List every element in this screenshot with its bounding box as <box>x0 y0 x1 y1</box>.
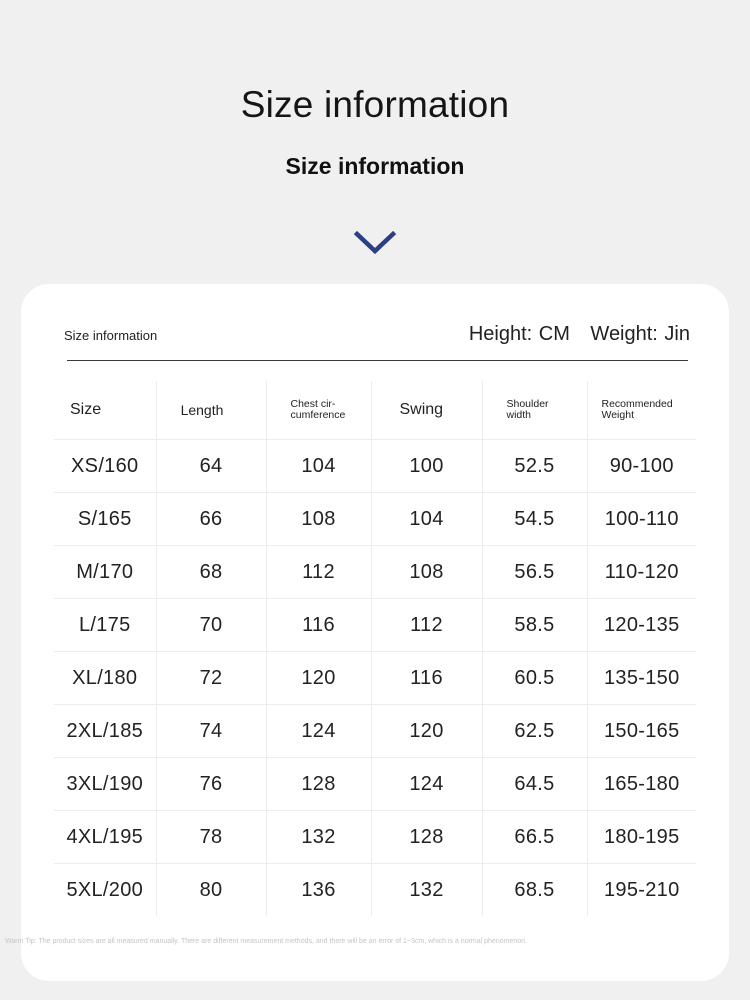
cell-length: 64 <box>155 439 266 493</box>
cell-shoulder: 54.5 <box>481 492 587 546</box>
cell-chest: 124 <box>265 704 371 758</box>
cell-swing: 100 <box>370 439 482 493</box>
cell-size: XL/180 <box>54 651 156 705</box>
cell-length: 70 <box>155 598 266 652</box>
cell-weight: 150-165 <box>586 704 696 758</box>
header-swing: Swing <box>370 381 482 440</box>
table-row: L/175 70 116 112 58.5 120-135 <box>54 598 696 652</box>
cell-chest: 112 <box>265 545 371 599</box>
cell-weight: 120-135 <box>586 598 696 652</box>
divider <box>67 360 688 361</box>
cell-shoulder: 62.5 <box>481 704 587 758</box>
cell-shoulder: 56.5 <box>481 545 587 599</box>
units-legend: Height: CM Weight: Jin <box>469 323 690 346</box>
cell-size: S/165 <box>54 492 156 546</box>
table-header-row: Size Length Chest cir- cumference Swing … <box>54 381 696 440</box>
table-row: 4XL/195 78 132 128 66.5 180-195 <box>54 810 696 864</box>
cell-length: 76 <box>155 757 266 811</box>
cell-swing: 108 <box>370 545 482 599</box>
cell-size: 2XL/185 <box>54 704 156 758</box>
weight-unit: Weight: Jin <box>590 323 690 345</box>
cell-weight: 195-210 <box>586 863 696 916</box>
cell-chest: 120 <box>265 651 371 705</box>
cell-length: 80 <box>155 863 266 916</box>
cell-shoulder: 64.5 <box>481 757 587 811</box>
cell-swing: 124 <box>370 757 482 811</box>
cell-size: 3XL/190 <box>54 757 156 811</box>
table-row: M/170 68 112 108 56.5 110-120 <box>54 545 696 599</box>
header-shoulder-line2: width <box>506 409 532 421</box>
size-table: Size Length Chest cir- cumference Swing … <box>54 381 696 916</box>
cell-length: 74 <box>155 704 266 758</box>
cell-chest: 104 <box>265 439 371 493</box>
cell-swing: 104 <box>370 492 482 546</box>
cell-swing: 120 <box>370 704 482 758</box>
cell-weight: 110-120 <box>586 545 696 599</box>
header-chest-circumference: Chest cir- cumference <box>265 381 371 440</box>
cell-shoulder: 58.5 <box>481 598 587 652</box>
cell-size: L/175 <box>54 598 156 652</box>
cell-size: 4XL/195 <box>54 810 156 864</box>
cell-swing: 132 <box>370 863 482 916</box>
cell-swing: 128 <box>370 810 482 864</box>
cell-weight: 90-100 <box>586 439 696 493</box>
cell-length: 68 <box>155 545 266 599</box>
card-label: Size information <box>64 328 158 343</box>
cell-length: 66 <box>155 492 266 546</box>
cell-chest: 132 <box>265 810 371 864</box>
header-size: Size <box>54 381 156 440</box>
cell-length: 78 <box>155 810 266 864</box>
page-title: Size information <box>240 84 510 125</box>
cell-swing: 112 <box>370 598 482 652</box>
table-row: 5XL/200 80 136 132 68.5 195-210 <box>54 863 696 916</box>
header-recommended-weight: Recommended Weight <box>586 381 696 440</box>
cell-shoulder: 60.5 <box>481 651 587 705</box>
header-chest-line2: cumference <box>290 409 346 421</box>
cell-chest: 116 <box>265 598 371 652</box>
cell-shoulder: 66.5 <box>481 810 587 864</box>
header-weight-line2: Weight <box>601 409 635 421</box>
header-length: Length <box>155 381 266 440</box>
chevron-down-icon <box>353 230 397 255</box>
height-unit: Height: CM <box>468 323 570 345</box>
cell-size: XS/160 <box>54 439 156 493</box>
cell-size: 5XL/200 <box>66 878 144 901</box>
cell-swing: 116 <box>370 651 482 705</box>
table-row: S/165 66 108 104 54.5 100-110 <box>54 492 696 546</box>
cell-weight: 180-195 <box>586 810 696 864</box>
cell-shoulder: 68.5 <box>481 863 587 916</box>
table-row: XL/180 72 120 116 60.5 135-150 <box>54 651 696 705</box>
cell-shoulder: 52.5 <box>481 439 587 493</box>
cell-chest: 136 <box>265 863 371 916</box>
cell-weight: 165-180 <box>586 757 696 811</box>
page-subtitle: Size information <box>285 153 465 179</box>
cell-length: 72 <box>155 651 266 705</box>
cell-size: M/170 <box>54 545 156 599</box>
header-shoulder-width: Shoulder width <box>481 381 587 440</box>
cell-weight: 135-150 <box>586 651 696 705</box>
warm-tip-note: Warm Tip: The product sizes are all meas… <box>5 938 527 945</box>
cell-chest: 128 <box>265 757 371 811</box>
table-row: 2XL/185 74 124 120 62.5 150-165 <box>54 704 696 758</box>
table-row: 3XL/190 76 128 124 64.5 165-180 <box>54 757 696 811</box>
cell-chest: 108 <box>265 492 371 546</box>
cell-weight: 100-110 <box>586 492 696 546</box>
table-row: XS/160 64 104 100 52.5 90-100 <box>54 439 696 493</box>
